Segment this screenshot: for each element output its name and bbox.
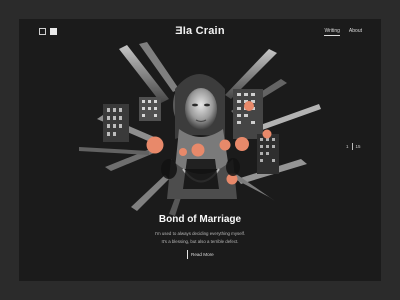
nav-writing[interactable]: Writing	[324, 28, 340, 36]
post-title[interactable]: Bond of Marriage	[19, 214, 381, 225]
excerpt-line: I'm used to always deciding everything m…	[154, 231, 246, 236]
read-more-label: Read More	[191, 252, 214, 257]
slide-separator	[351, 143, 353, 150]
top-navigation: ƎIa Crain Writing About	[19, 19, 381, 49]
read-more-link[interactable]: Read More	[187, 250, 214, 259]
slide-total: 15	[355, 144, 361, 149]
post-excerpt: I'm used to always deciding everything m…	[19, 230, 381, 245]
main-nav: Writing About	[324, 28, 362, 36]
excerpt-line: It's a blessing, but also a terrible def…	[161, 238, 239, 244]
slide-current: 1	[346, 144, 349, 149]
nav-about[interactable]: About	[349, 28, 362, 36]
slide-counter: 1 15	[346, 143, 361, 150]
read-more-bar	[187, 250, 188, 259]
hero-panel: ƎIa Crain Writing About 1 15 Bond of Mar…	[19, 19, 381, 281]
